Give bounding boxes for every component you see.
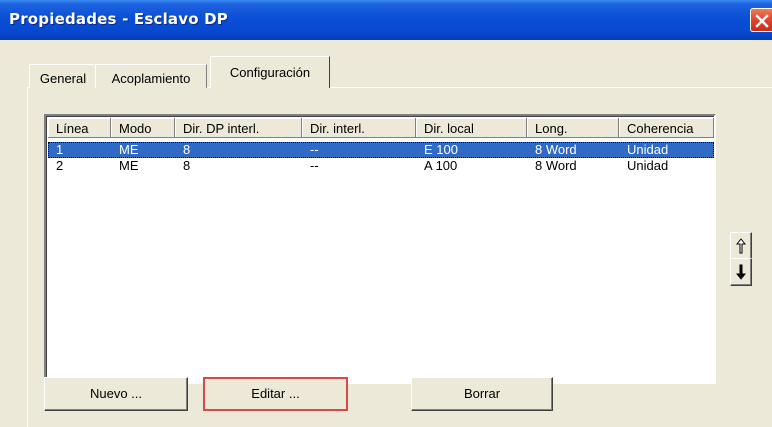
tab-acoplamiento[interactable]: Acoplamiento (95, 64, 207, 88)
cell-dir-local: A 100 (424, 158, 458, 173)
close-button[interactable] (750, 8, 772, 32)
column-header-dir-dp-interl[interactable]: Dir. DP interl. (175, 118, 302, 138)
close-icon (755, 14, 769, 28)
cell-dir-interl: -- (310, 142, 319, 157)
cell-long: 8 Word (535, 142, 577, 157)
column-header-linea[interactable]: Línea (48, 118, 111, 138)
move-down-button[interactable] (730, 258, 752, 286)
cell-linea: 2 (56, 158, 64, 173)
table-row[interactable]: 2 ME 8 -- A 100 8 Word Unidad (48, 158, 714, 174)
cell-linea: 1 (56, 142, 64, 157)
column-header-coherencia[interactable]: Coherencia (619, 118, 714, 138)
cell-dir-local: E 100 (424, 142, 458, 157)
nuevo-button[interactable]: Nuevo ... (44, 377, 188, 411)
tab-configuracion[interactable]: Configuración (210, 56, 330, 90)
column-header-long[interactable]: Long. (527, 118, 619, 138)
title-bar[interactable]: Propiedades - Esclavo DP (0, 0, 772, 40)
borrar-button[interactable]: Borrar (411, 377, 553, 411)
cell-dir-dp-interl: 8 (183, 158, 191, 173)
arrow-up-icon (736, 238, 746, 254)
cell-dir-interl: -- (310, 158, 319, 173)
list-header: Línea Modo Dir. DP interl. Dir. interl. … (48, 118, 714, 138)
cell-coherencia: Unidad (627, 158, 669, 173)
cell-modo: ME (119, 142, 139, 157)
window-title: Propiedades - Esclavo DP (9, 10, 228, 28)
move-up-button[interactable] (730, 232, 752, 260)
cell-coherencia: Unidad (627, 142, 669, 157)
column-header-dir-interl[interactable]: Dir. interl. (302, 118, 416, 138)
table-row[interactable]: 1 ME 8 -- E 100 8 Word Unidad (48, 142, 714, 158)
cell-long: 8 Word (535, 158, 577, 173)
configuration-list[interactable]: Línea Modo Dir. DP interl. Dir. interl. … (44, 114, 716, 384)
tab-general[interactable]: General (29, 64, 97, 88)
column-header-modo[interactable]: Modo (111, 118, 175, 138)
column-header-dir-local[interactable]: Dir. local (416, 118, 527, 138)
cell-dir-dp-interl: 8 (183, 142, 191, 157)
editar-button[interactable]: Editar ... (203, 377, 348, 411)
cell-modo: ME (119, 158, 139, 173)
arrow-down-icon (736, 264, 746, 280)
